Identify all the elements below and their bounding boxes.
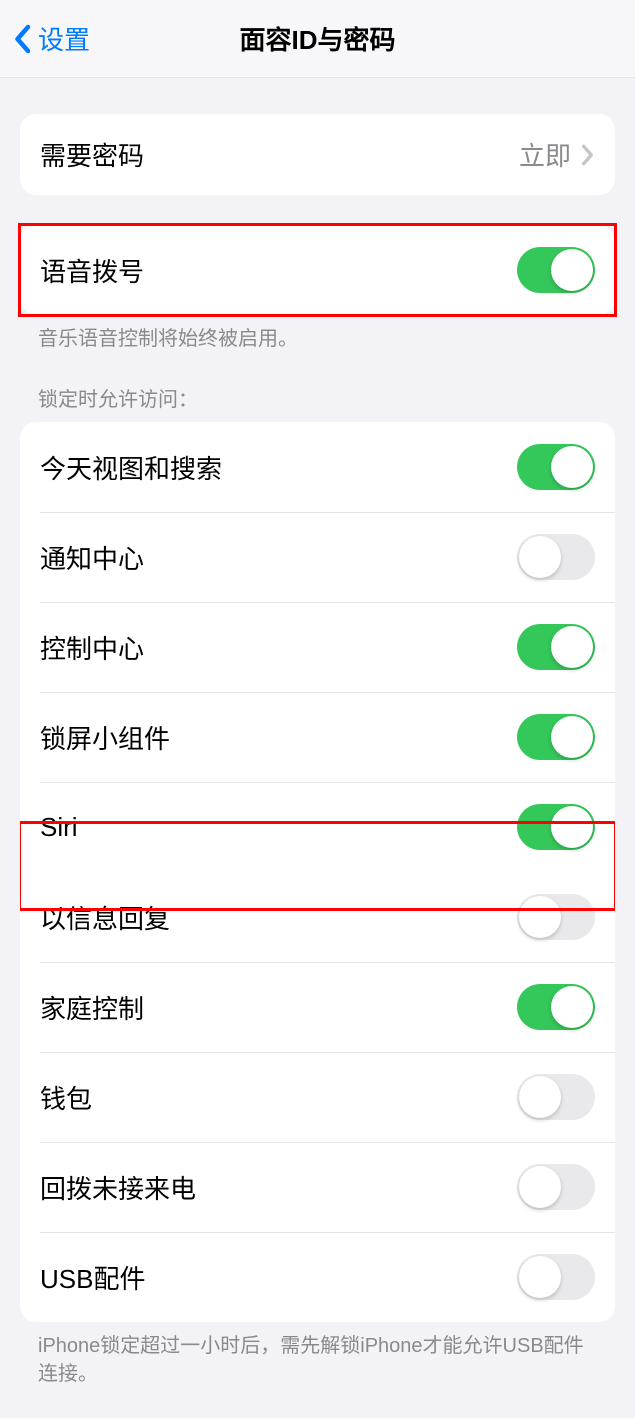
lock-access-row: 以信息回复	[20, 872, 615, 962]
lock-access-label: USB配件	[40, 1259, 145, 1296]
lock-access-toggle[interactable]	[517, 1074, 595, 1120]
lock-access-label: 控制中心	[40, 629, 144, 666]
require-passcode-row[interactable]: 需要密码 立即	[20, 114, 615, 195]
lock-access-row: 锁屏小组件	[20, 692, 615, 782]
lock-access-row: 控制中心	[20, 602, 615, 692]
lock-access-toggle[interactable]	[517, 1254, 595, 1300]
voice-dial-footer: 音乐语音控制将始终被启用。	[20, 315, 615, 353]
back-label: 设置	[38, 20, 90, 57]
lock-access-label: Siri	[40, 812, 78, 843]
lock-access-toggle[interactable]	[517, 534, 595, 580]
lock-access-toggle[interactable]	[517, 1164, 595, 1210]
lock-access-label: 锁屏小组件	[40, 719, 170, 756]
lock-access-toggle[interactable]	[517, 624, 595, 670]
lock-access-label: 通知中心	[40, 539, 144, 576]
lock-access-header: 锁定时允许访问：	[20, 383, 615, 422]
back-button[interactable]: 设置	[12, 20, 90, 57]
voice-dial-label: 语音拨号	[40, 252, 144, 289]
lock-access-label: 回拨未接来电	[40, 1169, 196, 1206]
lock-access-row: USB配件	[20, 1232, 615, 1322]
lock-access-toggle[interactable]	[517, 984, 595, 1030]
lock-access-label: 以信息回复	[40, 899, 170, 936]
section-require-passcode: 需要密码 立即	[20, 114, 615, 195]
require-passcode-label: 需要密码	[40, 136, 144, 173]
lock-access-toggle[interactable]	[517, 894, 595, 940]
lock-access-row: 回拨未接来电	[20, 1142, 615, 1232]
lock-access-label: 今天视图和搜索	[40, 449, 222, 486]
chevron-right-icon	[581, 144, 595, 166]
lock-access-row: 通知中心	[20, 512, 615, 602]
lock-access-row: 今天视图和搜索	[20, 422, 615, 512]
page-title: 面容ID与密码	[239, 20, 395, 57]
lock-access-toggle[interactable]	[517, 804, 595, 850]
require-passcode-value: 立即	[519, 136, 571, 173]
lock-access-row: 钱包	[20, 1052, 615, 1142]
lock-access-row: 家庭控制	[20, 962, 615, 1052]
section-voice-dial: 语音拨号 音乐语音控制将始终被启用。	[20, 225, 615, 353]
lock-access-row: Siri	[20, 782, 615, 872]
section-lock-access: 锁定时允许访问： 今天视图和搜索通知中心控制中心锁屏小组件 Siri 以信息回复家庭…	[20, 383, 615, 1388]
lock-access-footer: iPhone锁定超过一小时后，需先解锁iPhone才能允许USB配件连接。	[20, 1322, 615, 1388]
voice-dial-row: 语音拨号	[20, 225, 615, 315]
lock-access-toggle[interactable]	[517, 714, 595, 760]
lock-access-label: 钱包	[40, 1079, 92, 1116]
lock-access-toggle[interactable]	[517, 444, 595, 490]
nav-header: 设置 面容ID与密码	[0, 0, 635, 78]
voice-dial-toggle[interactable]	[517, 247, 595, 293]
chevron-left-icon	[12, 24, 32, 54]
lock-access-label: 家庭控制	[40, 989, 144, 1026]
